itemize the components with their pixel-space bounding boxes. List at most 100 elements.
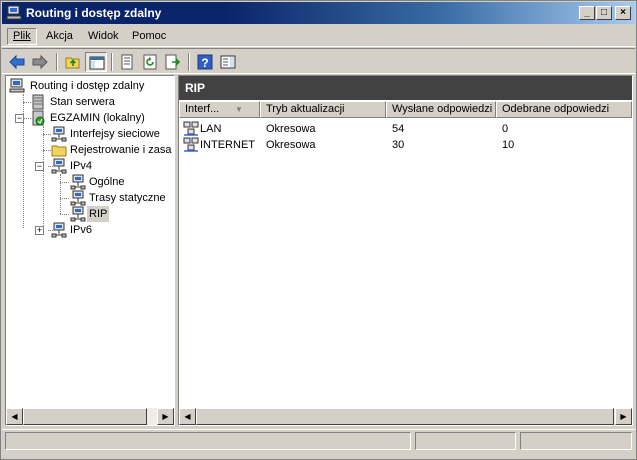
forward-button[interactable]: [29, 52, 51, 72]
svg-text:?: ?: [201, 56, 208, 70]
tree-item-general[interactable]: Ogólne: [6, 174, 172, 190]
menu-plik-label: Plik: [13, 30, 31, 42]
network-icon: [70, 174, 86, 190]
scroll-right-button[interactable]: ▶: [157, 408, 174, 425]
details-horizontal-scrollbar[interactable]: ◀ ▶: [179, 408, 632, 425]
tree-item-root[interactable]: Routing i dostęp zdalny: [6, 78, 172, 94]
scroll-left-button[interactable]: ◀: [6, 408, 23, 425]
action-pane-icon: [220, 55, 236, 69]
rras-computer-icon: [6, 5, 22, 20]
tree-item-static-routes[interactable]: Trasy statyczne: [6, 190, 172, 206]
column-header-label: Wysłane odpowiedzi: [392, 103, 493, 115]
menu-pomoc-label: Pomoc: [132, 30, 167, 42]
scroll-thumb[interactable]: [23, 408, 147, 425]
scroll-right-button[interactable]: ▶: [615, 408, 632, 425]
up-level-button[interactable]: [62, 52, 84, 72]
show-tree-button[interactable]: [85, 52, 107, 72]
window-title: Routing i dostęp zdalny: [26, 6, 162, 20]
tree-item-label: Interfejsy sieciowe: [70, 128, 160, 140]
tree-horizontal-scrollbar[interactable]: ◀ ▶: [6, 408, 174, 425]
tree-item-server-status[interactable]: Stan serwera: [6, 94, 172, 110]
column-header-responses-sent[interactable]: Wysłane odpowiedzi: [386, 101, 496, 118]
properties-icon: [121, 54, 133, 70]
refresh-icon: [143, 54, 157, 70]
cell-update-mode: Okresowa: [266, 139, 316, 151]
tree-item-label: EGZAMIN (lokalny): [50, 112, 145, 124]
server-icon: [32, 94, 44, 110]
network-icon: [70, 206, 86, 222]
cell-responses-sent: 30: [392, 139, 405, 151]
help-icon: ?: [197, 54, 213, 70]
cell-responses-received: 10: [502, 139, 515, 151]
toolbar-separator: [188, 53, 190, 71]
console-tree[interactable]: Routing i dostęp zdalny Stan serwera − E…: [6, 76, 172, 408]
column-header-interface[interactable]: Interf... ▼: [179, 101, 260, 118]
tree-item-label: Routing i dostęp zdalny: [30, 80, 145, 92]
details-pane[interactable]: RIP Interf... ▼ Tryb aktualizacji Wysłan…: [178, 75, 633, 426]
close-button[interactable]: ×: [615, 6, 631, 20]
minimize-button[interactable]: _: [579, 6, 595, 20]
properties-button[interactable]: [116, 52, 138, 72]
toolbar-separator: [111, 53, 113, 71]
tree-item-ipv4[interactable]: − IPv4: [6, 158, 172, 174]
network-icon: [51, 126, 67, 142]
cell-update-mode: Okresowa: [266, 123, 316, 135]
list-header: Interf... ▼ Tryb aktualizacji Wysłane od…: [179, 101, 632, 118]
column-header-update-mode[interactable]: Tryb aktualizacji: [260, 101, 386, 118]
details-title: RIP: [179, 76, 632, 100]
maximize-button[interactable]: □: [596, 6, 612, 20]
menu-pomoc[interactable]: Pomoc: [126, 28, 172, 45]
collapse-toggle[interactable]: −: [15, 114, 24, 123]
main-window: Routing i dostęp zdalny _ □ × Plik Akcja…: [0, 0, 637, 460]
back-button[interactable]: [6, 52, 28, 72]
network-icon: [70, 190, 86, 206]
status-panel-main: [5, 432, 411, 450]
status-panel: [520, 432, 632, 450]
tree-item-network-interfaces[interactable]: Interfejsy sieciowe: [6, 126, 172, 142]
menu-plik[interactable]: Plik: [7, 28, 37, 45]
tree-item-label: Rejestrowanie i zasady: [70, 144, 172, 156]
status-bar: [2, 429, 635, 451]
cell-interface: LAN: [200, 123, 222, 135]
cell-responses-sent: 54: [392, 123, 405, 135]
forward-arrow-icon: [32, 54, 48, 70]
scroll-thumb[interactable]: [196, 408, 614, 425]
cell-interface: INTERNET: [200, 139, 255, 151]
expand-toggle[interactable]: +: [35, 226, 44, 235]
column-header-label: Tryb aktualizacji: [266, 103, 345, 115]
menu-akcja[interactable]: Akcja: [40, 28, 79, 45]
tree-item-ipv6[interactable]: + IPv6: [6, 222, 172, 238]
toolbar-separator: [56, 53, 58, 71]
computer-network-icon: [9, 78, 25, 93]
refresh-button[interactable]: [139, 52, 161, 72]
tree-item-label: RIP: [87, 206, 110, 222]
column-header-responses-received[interactable]: Odebrane odpowiedzi: [496, 101, 632, 118]
cell-responses-received: 0: [502, 123, 509, 135]
help-button[interactable]: ?: [194, 52, 216, 72]
table-row[interactable]: LAN Okresowa 54 0: [179, 121, 632, 137]
column-header-label: Odebrane odpowiedzi: [502, 103, 610, 115]
console-tree-icon: [89, 56, 105, 70]
network-interface-icon: [183, 121, 199, 136]
tree-item-logging-policies[interactable]: Rejestrowanie i zasady: [6, 142, 172, 158]
tree-item-label: Stan serwera: [50, 96, 115, 108]
collapse-toggle[interactable]: −: [35, 162, 44, 171]
console-tree-pane[interactable]: Routing i dostęp zdalny Stan serwera − E…: [5, 75, 175, 426]
sort-desc-icon: ▼: [235, 105, 243, 114]
up-folder-icon: [65, 57, 80, 69]
export-list-button[interactable]: [162, 52, 184, 72]
column-header-label: Interf...: [185, 103, 220, 115]
table-row[interactable]: INTERNET Okresowa 30 10: [179, 137, 632, 153]
tree-item-egzamin[interactable]: − EGZAMIN (lokalny): [6, 110, 172, 126]
menu-bar: Plik Akcja Widok Pomoc: [2, 25, 635, 47]
scroll-left-button[interactable]: ◀: [179, 408, 196, 425]
server-green-icon: [32, 110, 45, 126]
title-bar[interactable]: Routing i dostęp zdalny _ □ ×: [2, 2, 635, 24]
tree-item-rip[interactable]: RIP: [6, 206, 172, 222]
action-pane-button[interactable]: [217, 52, 239, 72]
back-arrow-icon: [9, 54, 25, 70]
export-list-icon: [165, 54, 181, 70]
status-panel: [415, 432, 516, 450]
menu-widok[interactable]: Widok: [82, 28, 125, 45]
network-icon: [51, 158, 67, 174]
